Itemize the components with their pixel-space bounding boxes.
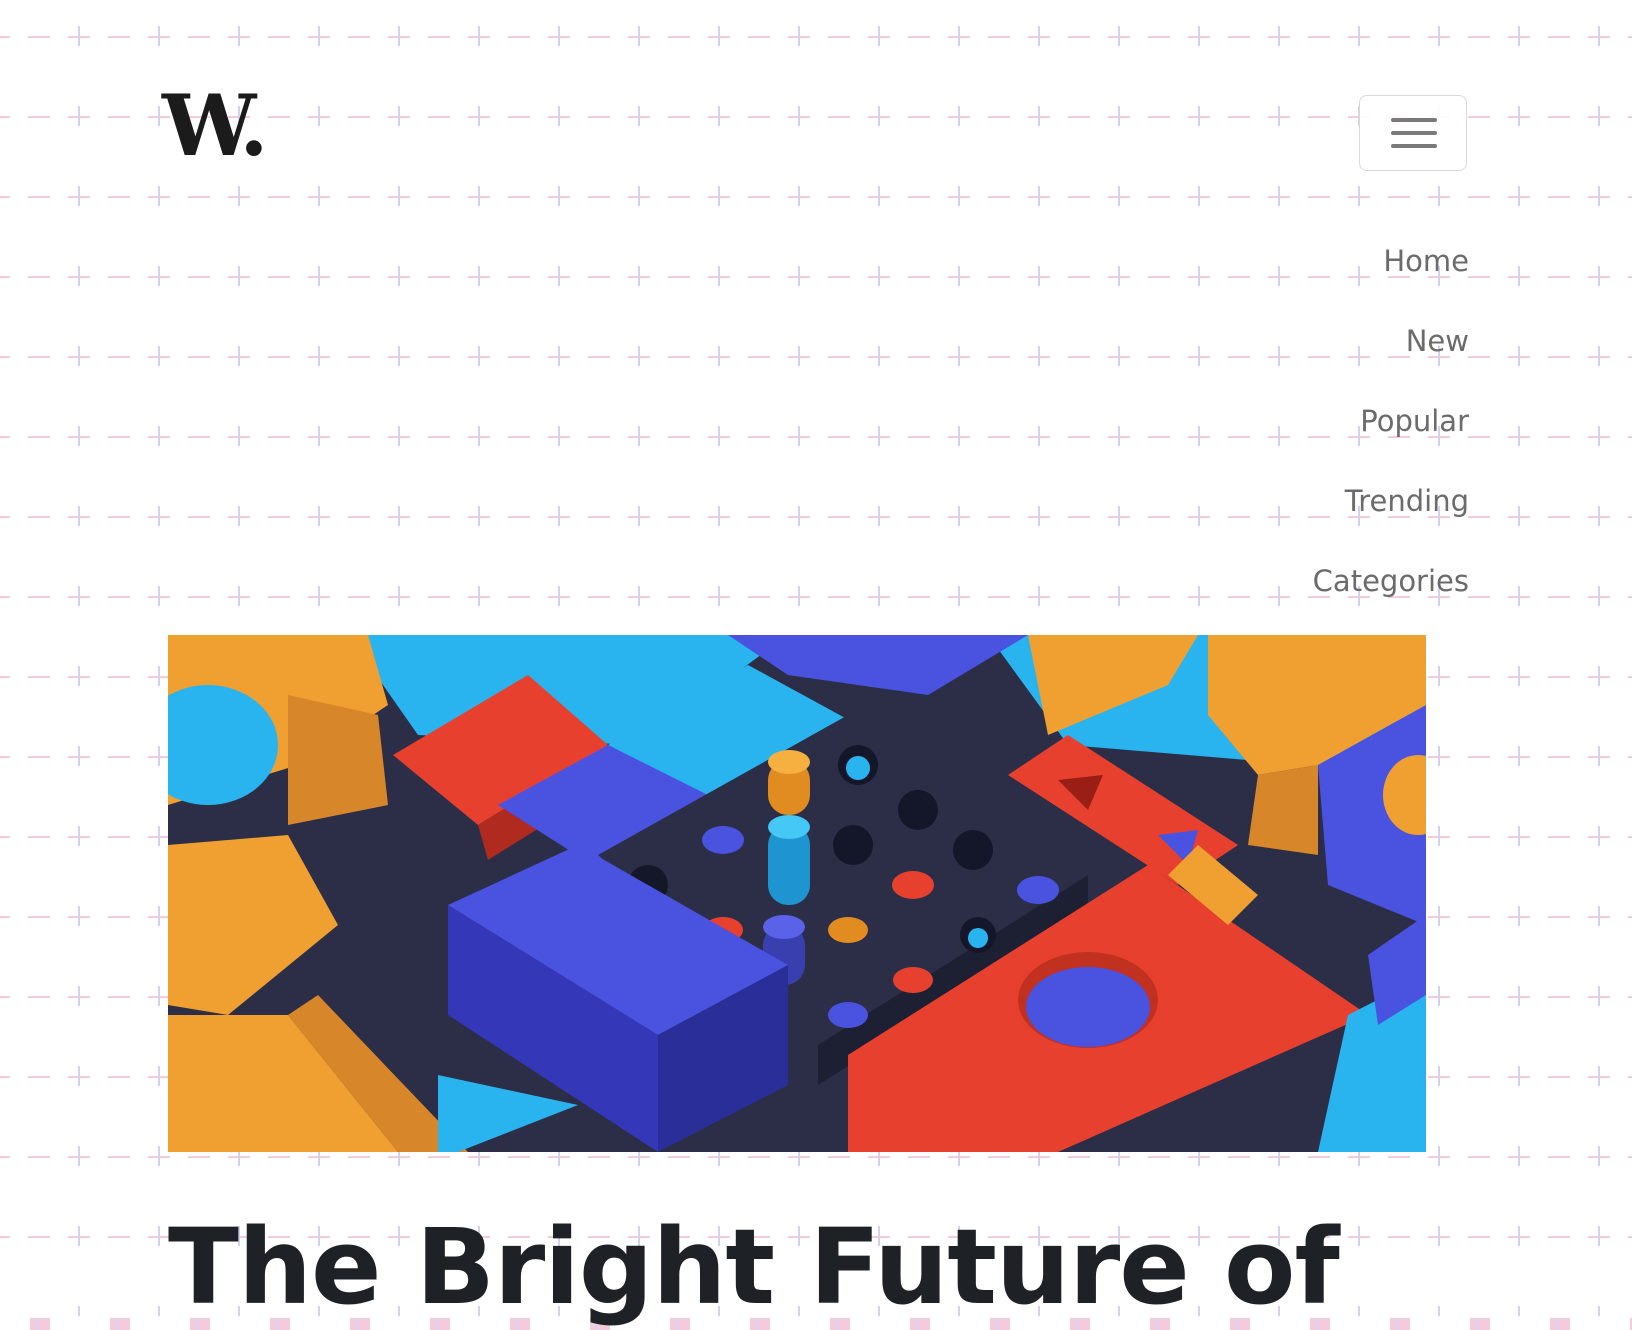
nav-item-popular[interactable]: Popular	[1313, 396, 1469, 476]
article-title[interactable]: The Bright Future of	[168, 1205, 1340, 1330]
main-nav: Home New Popular Trending Categories	[1313, 236, 1469, 636]
site-logo[interactable]: W.	[162, 84, 269, 168]
nav-item-home[interactable]: Home	[1313, 236, 1469, 316]
logo-letter: W	[162, 76, 243, 175]
nav-item-categories[interactable]: Categories	[1313, 556, 1469, 636]
logo-dot: .	[239, 76, 268, 175]
menu-toggle-button[interactable]	[1359, 95, 1467, 171]
nav-item-trending[interactable]: Trending	[1313, 476, 1469, 556]
hero-image	[168, 635, 1426, 1152]
nav-item-new[interactable]: New	[1313, 316, 1469, 396]
